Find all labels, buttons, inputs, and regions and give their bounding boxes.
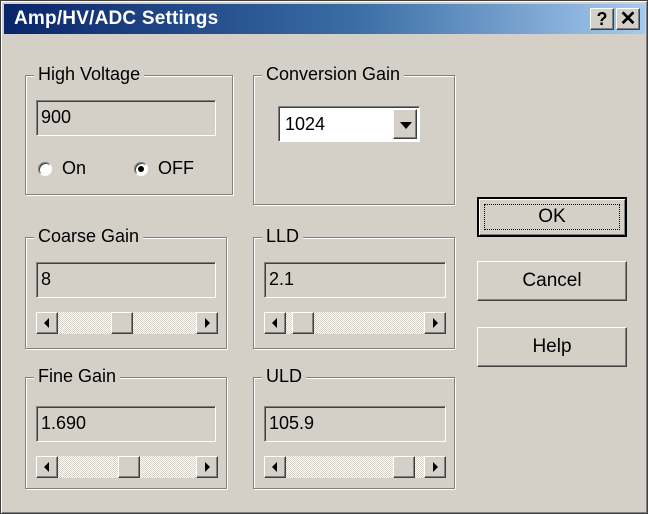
uld-label: ULD — [262, 366, 307, 387]
high-voltage-group: High Voltage 900 On OFF — [25, 64, 233, 195]
radio-off-label: OFF — [158, 158, 194, 178]
lld-field[interactable]: 2.1 — [264, 262, 446, 298]
window-title: Amp/HV/ADC Settings — [14, 8, 219, 29]
radio-on-label: On — [62, 158, 87, 178]
uld-group: ULD 105.9 — [253, 366, 455, 489]
fine-gain-group: Fine Gain 1.690 — [25, 366, 227, 489]
cancel-button[interactable]: Cancel — [477, 261, 627, 301]
radio-off[interactable]: OFF — [134, 158, 194, 179]
coarse-gain-slider-thumb[interactable] — [111, 312, 133, 334]
coarse-gain-group: Coarse Gain 8 — [25, 226, 227, 349]
scroll-right-icon[interactable] — [196, 312, 218, 334]
lld-group: LLD 2.1 — [253, 226, 455, 349]
scroll-right-icon[interactable] — [196, 456, 218, 478]
lld-label: LLD — [262, 226, 304, 247]
high-voltage-value: 900 — [41, 107, 72, 127]
lld-value: 2.1 — [269, 269, 295, 289]
uld-slider-thumb[interactable] — [393, 456, 415, 478]
help-icon[interactable]: ? — [590, 8, 614, 30]
uld-field[interactable]: 105.9 — [264, 406, 446, 442]
scroll-right-icon[interactable] — [424, 456, 446, 478]
scroll-left-icon[interactable] — [36, 456, 58, 478]
fine-gain-label: Fine Gain — [34, 366, 121, 387]
uld-value: 105.9 — [269, 413, 315, 433]
coarse-gain-slider[interactable] — [36, 312, 218, 334]
help-button-label: Help — [532, 336, 572, 357]
conversion-gain-value: 1024 — [285, 114, 326, 134]
scroll-right-icon[interactable] — [424, 312, 446, 334]
chevron-down-icon[interactable] — [393, 109, 417, 139]
fine-gain-slider[interactable] — [36, 456, 218, 478]
lld-slider-thumb[interactable] — [292, 312, 314, 334]
ok-button[interactable]: OK — [477, 197, 627, 237]
scroll-left-icon[interactable] — [36, 312, 58, 334]
title-bar[interactable]: Amp/HV/ADC Settings ? ✕ — [4, 4, 645, 34]
fine-gain-field[interactable]: 1.690 — [36, 406, 216, 442]
settings-dialog: Amp/HV/ADC Settings ? ✕ High Voltage 900… — [0, 0, 648, 514]
coarse-gain-label: Coarse Gain — [34, 226, 144, 247]
scroll-left-icon[interactable] — [264, 456, 286, 478]
fine-gain-value: 1.690 — [41, 413, 87, 433]
help-button[interactable]: Help — [477, 327, 627, 367]
uld-slider[interactable] — [264, 456, 446, 478]
cancel-button-label: Cancel — [522, 270, 582, 291]
conversion-gain-select[interactable]: 1024 — [278, 106, 420, 142]
close-icon[interactable]: ✕ — [616, 8, 640, 30]
coarse-gain-field[interactable]: 8 — [36, 262, 216, 298]
focus-rectangle — [484, 204, 620, 230]
conversion-gain-group: Conversion Gain 1024 — [253, 64, 455, 205]
radio-off-circle[interactable] — [134, 161, 148, 176]
high-voltage-field[interactable]: 900 — [36, 100, 216, 136]
radio-on-circle[interactable] — [38, 161, 52, 176]
fine-gain-slider-thumb[interactable] — [118, 456, 140, 478]
lld-slider[interactable] — [264, 312, 446, 334]
coarse-gain-value: 8 — [41, 269, 52, 289]
scroll-left-icon[interactable] — [264, 312, 286, 334]
radio-on[interactable]: On — [38, 158, 86, 179]
high-voltage-label: High Voltage — [34, 64, 145, 85]
conversion-gain-label: Conversion Gain — [262, 64, 405, 85]
